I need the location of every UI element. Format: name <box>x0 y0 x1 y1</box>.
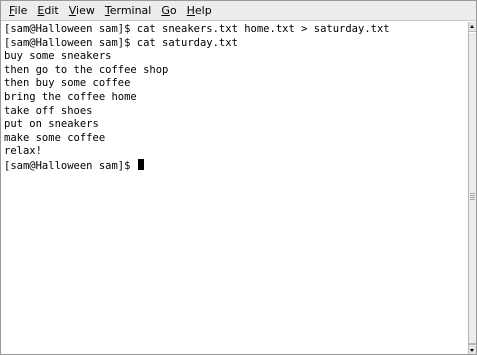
arrow-down-icon[interactable] <box>469 344 476 354</box>
menu-edit[interactable]: Edit <box>32 1 63 21</box>
menu-help-label: elp <box>194 3 212 17</box>
scrollbar-thumb[interactable] <box>469 32 476 344</box>
menu-terminal-label: erminal <box>109 3 152 17</box>
terminal-line: take off shoes <box>4 104 93 117</box>
menu-help-mnemonic: H <box>186 3 195 17</box>
menu-view-mnemonic: V <box>68 3 77 17</box>
menu-view[interactable]: View <box>64 1 100 21</box>
terminal-line: relax! <box>4 145 42 158</box>
terminal-line: buy some sneakers <box>4 50 112 63</box>
grip-icon <box>470 193 475 201</box>
menu-bar: File Edit View Terminal Go Help <box>1 1 476 21</box>
text-cursor <box>137 158 144 170</box>
menu-file[interactable]: File <box>4 1 32 21</box>
terminal-output[interactable]: [sam@Halloween sam]$ cat sneakers.txt ho… <box>4 23 467 353</box>
terminal-line: then go to the coffee shop <box>4 63 169 76</box>
menu-go-mnemonic: G <box>161 3 170 17</box>
menu-go[interactable]: Go <box>156 1 181 21</box>
vertical-scrollbar[interactable] <box>468 22 476 354</box>
terminal-line: [sam@Halloween sam]$ cat saturday.txt <box>4 36 238 49</box>
terminal-prompt-line[interactable]: [sam@Halloween sam]$ <box>4 158 467 173</box>
menu-terminal[interactable]: Terminal <box>100 1 157 21</box>
menu-view-label: iew <box>76 3 95 17</box>
menu-go-label: o <box>169 3 177 17</box>
terminal-line: bring the coffee home <box>4 90 137 103</box>
menu-file-label: ile <box>14 3 28 17</box>
menu-edit-label: dit <box>44 3 59 17</box>
terminal-line: then buy some coffee <box>4 77 131 90</box>
arrow-up-icon[interactable] <box>469 22 476 32</box>
terminal-line: put on sneakers <box>4 118 99 131</box>
terminal-prompt: [sam@Halloween sam]$ <box>4 159 137 172</box>
terminal-line: make some coffee <box>4 131 106 144</box>
terminal-line: [sam@Halloween sam]$ cat sneakers.txt ho… <box>4 23 390 35</box>
terminal-window: File Edit View Terminal Go Help [sam@Hal… <box>0 0 477 355</box>
menu-help[interactable]: Help <box>182 1 217 21</box>
